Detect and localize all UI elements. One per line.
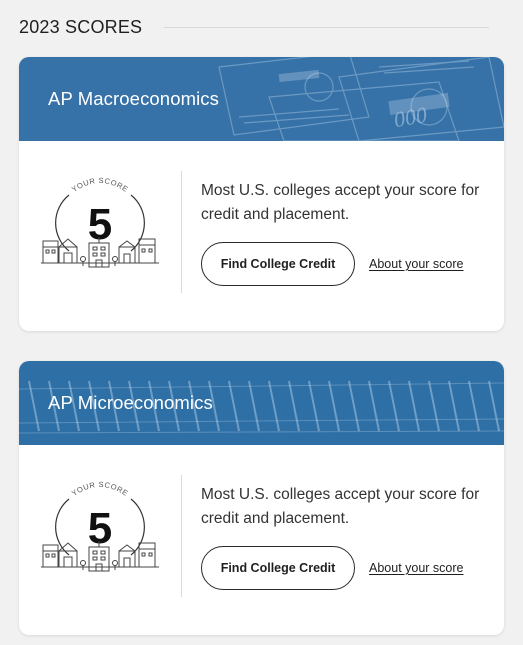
- vertical-divider: [181, 475, 182, 597]
- course-banner: AP Microeconomics: [19, 361, 504, 445]
- about-your-score-link[interactable]: About your score: [369, 257, 464, 271]
- find-college-credit-button[interactable]: Find College Credit: [201, 242, 355, 286]
- score-card-macroeconomics: 000 AP Macroeconomics YOUR SCORE 5 Most …: [19, 57, 504, 331]
- score-message: Most U.S. colleges accept your score for…: [201, 486, 480, 527]
- score-value: 5: [88, 504, 112, 553]
- score-card-microeconomics: AP Microeconomics YOUR SCORE 5 Most U.S.…: [19, 361, 504, 635]
- score-label: YOUR SCORE: [70, 480, 130, 498]
- course-banner: 000 AP Macroeconomics: [19, 57, 504, 141]
- vertical-divider: [181, 171, 182, 293]
- course-title: AP Macroeconomics: [48, 88, 220, 109]
- card-body: YOUR SCORE 5 Most U.S. colleges accept y…: [19, 141, 504, 331]
- section-divider: [164, 26, 489, 28]
- score-message: Most U.S. colleges accept your score for…: [201, 182, 480, 223]
- card-body: YOUR SCORE 5 Most U.S. colleges accept y…: [19, 445, 504, 635]
- section-title: 2023 SCORES: [19, 16, 143, 37]
- course-title: AP Microeconomics: [48, 392, 213, 413]
- score-value: 5: [88, 200, 112, 249]
- score-badge: YOUR SCORE 5: [41, 176, 159, 268]
- section-header: 2023 SCORES: [19, 14, 489, 40]
- find-college-credit-button[interactable]: Find College Credit: [201, 546, 355, 590]
- score-badge: YOUR SCORE 5: [41, 480, 159, 572]
- about-your-score-link[interactable]: About your score: [369, 561, 464, 575]
- score-label: YOUR SCORE: [70, 176, 130, 194]
